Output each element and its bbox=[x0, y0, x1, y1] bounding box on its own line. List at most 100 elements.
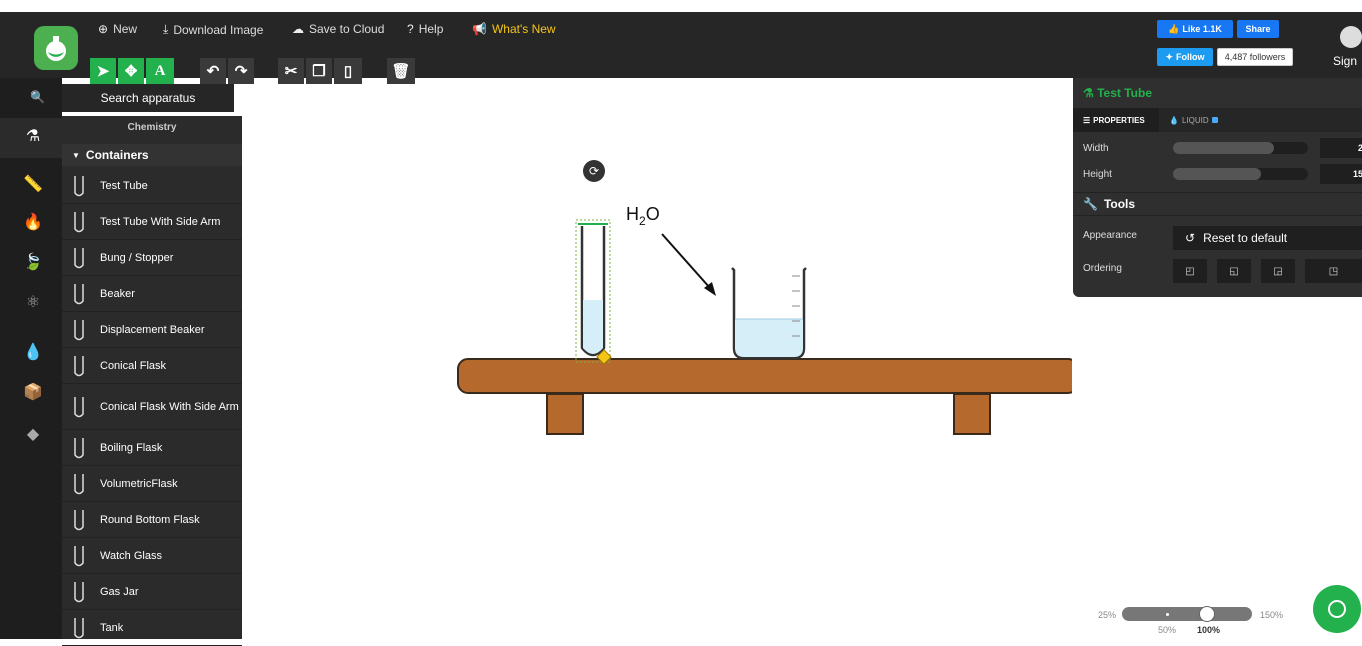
new-label: New bbox=[113, 22, 138, 36]
list-item[interactable]: Watch Glass bbox=[62, 538, 242, 574]
send-backward-icon: ◱ bbox=[1229, 265, 1239, 277]
width-label: Width bbox=[1083, 143, 1109, 154]
undo-button[interactable]: ↶ bbox=[200, 58, 226, 84]
height-slider[interactable] bbox=[1173, 168, 1308, 180]
question-icon: ? bbox=[407, 22, 414, 36]
send-backward-button[interactable]: ◱ bbox=[1217, 259, 1251, 283]
height-input[interactable]: 150 bbox=[1320, 164, 1362, 184]
bench-leg-right bbox=[953, 393, 991, 435]
width-input[interactable]: 24 bbox=[1320, 138, 1362, 158]
flame-icon[interactable]: 🔥 bbox=[22, 212, 44, 234]
list-item[interactable]: Conical Flask With Side Arm bbox=[62, 384, 242, 430]
select-tool-button[interactable]: ➤ bbox=[90, 58, 116, 84]
undo-icon: ↶ bbox=[206, 63, 220, 80]
help-menu[interactable]: ? Help bbox=[407, 22, 443, 36]
leaf-icon[interactable]: 🍃 bbox=[22, 252, 44, 274]
wrench-icon: 🔧 bbox=[1083, 197, 1098, 211]
list-item-label: Beaker bbox=[100, 287, 135, 300]
text-tool-button[interactable]: A bbox=[146, 58, 174, 84]
bench-leg-left bbox=[546, 393, 584, 435]
move-tool-button[interactable]: ✥ bbox=[118, 58, 144, 84]
followers-count: 4,487 followers bbox=[1217, 48, 1293, 66]
list-item-label: Tank bbox=[100, 621, 124, 634]
app-logo[interactable] bbox=[34, 26, 78, 70]
apparatus-thumbnail-icon bbox=[62, 241, 96, 275]
apparatus-thumbnail-icon bbox=[62, 539, 96, 573]
new-menu[interactable]: ⊕ New bbox=[98, 22, 137, 36]
zoom-max-label: 150% bbox=[1260, 610, 1284, 620]
width-slider[interactable] bbox=[1173, 142, 1308, 154]
like-button[interactable]: 👍 Like 1.1K bbox=[1157, 20, 1233, 38]
download-menu[interactable]: ⤓ Download Image bbox=[163, 22, 263, 37]
chat-button[interactable] bbox=[1313, 585, 1361, 633]
caret-down-icon: ▼ bbox=[72, 150, 80, 160]
list-item[interactable]: VolumetricFlask bbox=[62, 466, 242, 502]
followers-label: 4,487 followers bbox=[1224, 52, 1286, 62]
h2o-label[interactable]: H2O bbox=[626, 204, 660, 228]
user-avatar-icon[interactable] bbox=[1340, 26, 1362, 48]
undo-icon: ↺ bbox=[1185, 231, 1196, 245]
list-item-label: Watch Glass bbox=[100, 549, 162, 562]
sign-in-link[interactable]: Sign bbox=[1333, 54, 1357, 68]
tab-liquid[interactable]: 💧 LIQUID bbox=[1169, 108, 1218, 132]
shapes-icon[interactable]: ◆ bbox=[22, 424, 44, 446]
list-item-label: Displacement Beaker bbox=[100, 323, 205, 336]
list-item[interactable]: Displacement Beaker bbox=[62, 312, 242, 348]
list-item[interactable]: Test Tube With Side Arm bbox=[62, 204, 242, 240]
list-item[interactable]: Tank bbox=[62, 610, 242, 646]
apparatus-thumbnail-icon bbox=[62, 205, 96, 239]
cursor-icon: ➤ bbox=[96, 63, 110, 80]
workspace-canvas[interactable]: ⟳ H2O bbox=[242, 78, 1072, 639]
list-item[interactable]: Beaker bbox=[62, 276, 242, 312]
tab-properties[interactable]: ☰ PROPERTIES bbox=[1073, 108, 1159, 132]
apparatus-panel: Chemistry ▼ Containers Test Tube Test Tub… bbox=[62, 116, 242, 646]
drop-icon: 💧 bbox=[1169, 115, 1179, 125]
ruler-icon[interactable]: 📏 bbox=[22, 174, 44, 196]
bring-to-front-button[interactable]: ◳ bbox=[1305, 259, 1362, 283]
atom-icon[interactable]: ⚛ bbox=[22, 292, 44, 314]
arrow-line[interactable] bbox=[661, 233, 711, 289]
list-item-label: Boiling Flask bbox=[100, 441, 163, 454]
section-label: Containers bbox=[85, 148, 149, 162]
reset-default-button[interactable]: ↺ Reset to default bbox=[1173, 226, 1362, 250]
send-to-back-icon: ◰ bbox=[1185, 265, 1195, 277]
search-input[interactable]: Search apparatus bbox=[62, 84, 234, 112]
plus-circle-icon: ⊕ bbox=[98, 22, 109, 36]
apparatus-thumbnail-icon bbox=[62, 431, 96, 465]
apparatus-thumbnail-icon bbox=[62, 169, 96, 203]
send-to-back-button[interactable]: ◰ bbox=[1173, 259, 1207, 283]
text-icon: A bbox=[154, 62, 166, 79]
width-slider-fill bbox=[1173, 142, 1275, 154]
sliders-icon: ☰ bbox=[1083, 115, 1091, 125]
bring-forward-button[interactable]: ◲ bbox=[1261, 259, 1295, 283]
cloud-icon: ☁ bbox=[292, 22, 304, 36]
whats-new-menu[interactable]: 📢 What's New bbox=[472, 22, 556, 36]
box-icon[interactable]: 📦 bbox=[22, 382, 44, 404]
apparatus-thumbnail-icon bbox=[62, 349, 96, 383]
share-button[interactable]: Share bbox=[1237, 20, 1279, 38]
drop-icon[interactable]: 💧 bbox=[22, 342, 44, 364]
zoom-slider-handle[interactable] bbox=[1199, 606, 1215, 622]
tab-properties-label: PROPERTIES bbox=[1093, 115, 1145, 125]
bring-to-front-icon: ◳ bbox=[1328, 265, 1339, 277]
tab-liquid-label: LIQUID bbox=[1181, 115, 1209, 125]
beaker-liquid bbox=[735, 319, 803, 357]
bench-top[interactable] bbox=[457, 358, 1072, 394]
list-item[interactable]: Conical Flask bbox=[62, 348, 242, 384]
download-label: Download Image bbox=[173, 22, 264, 37]
list-item[interactable]: Round Bottom Flask bbox=[62, 502, 242, 538]
list-item-label: Bung / Stopper bbox=[100, 251, 174, 264]
save-cloud-menu[interactable]: ☁ Save to Cloud bbox=[292, 22, 384, 36]
list-item[interactable]: Bung / Stopper bbox=[62, 240, 242, 276]
beaker-icon[interactable]: ⚗ bbox=[22, 126, 44, 148]
height-slider-fill bbox=[1173, 168, 1261, 180]
containers-section-header[interactable]: ▼ Containers bbox=[62, 144, 242, 166]
bird-icon: ✦ bbox=[1165, 51, 1174, 62]
list-item[interactable]: Gas Jar bbox=[62, 574, 242, 610]
save-label: Save to Cloud bbox=[309, 22, 385, 36]
list-item[interactable]: Test Tube bbox=[62, 168, 242, 204]
beaker-icon: ⚗ bbox=[1083, 86, 1094, 100]
zoom-slider[interactable] bbox=[1122, 607, 1252, 621]
follow-button[interactable]: ✦ Follow bbox=[1157, 48, 1213, 66]
list-item[interactable]: Boiling Flask bbox=[62, 430, 242, 466]
